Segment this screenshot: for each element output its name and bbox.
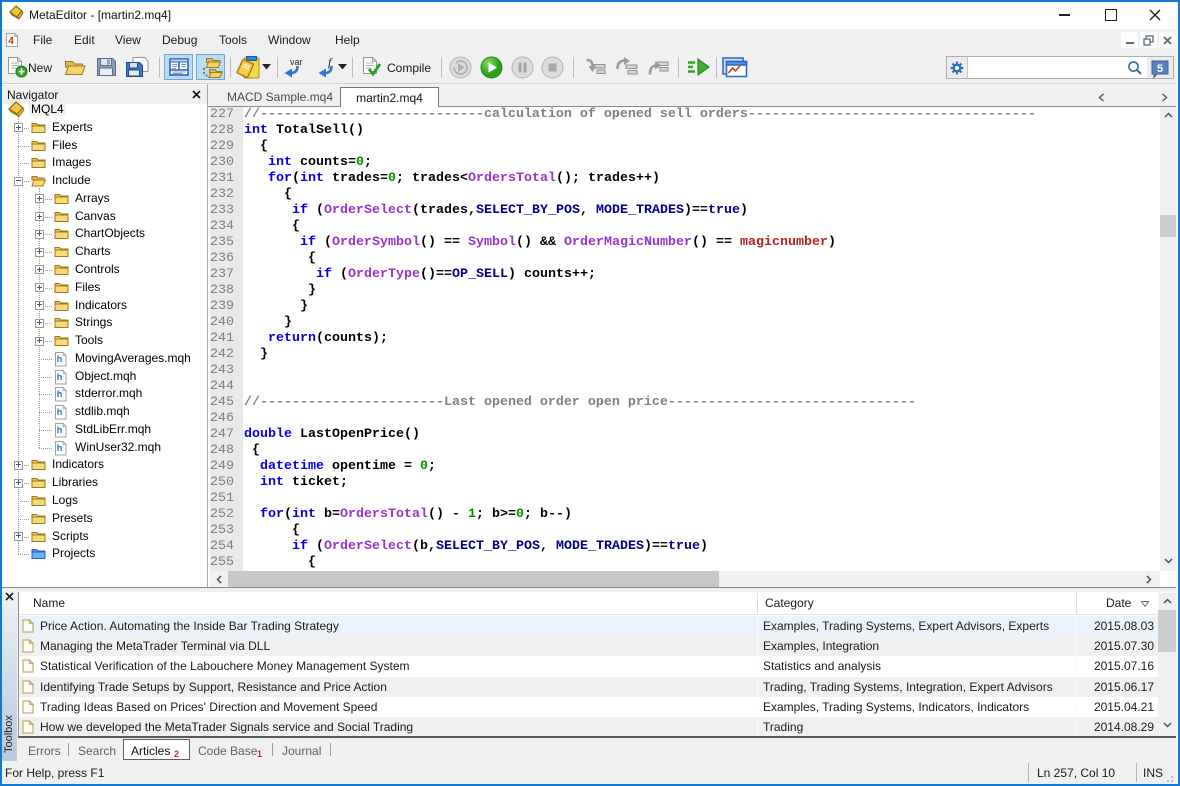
svg-text:5: 5	[1157, 63, 1163, 75]
svg-text:4: 4	[8, 36, 14, 47]
svg-text:var: var	[290, 57, 303, 67]
